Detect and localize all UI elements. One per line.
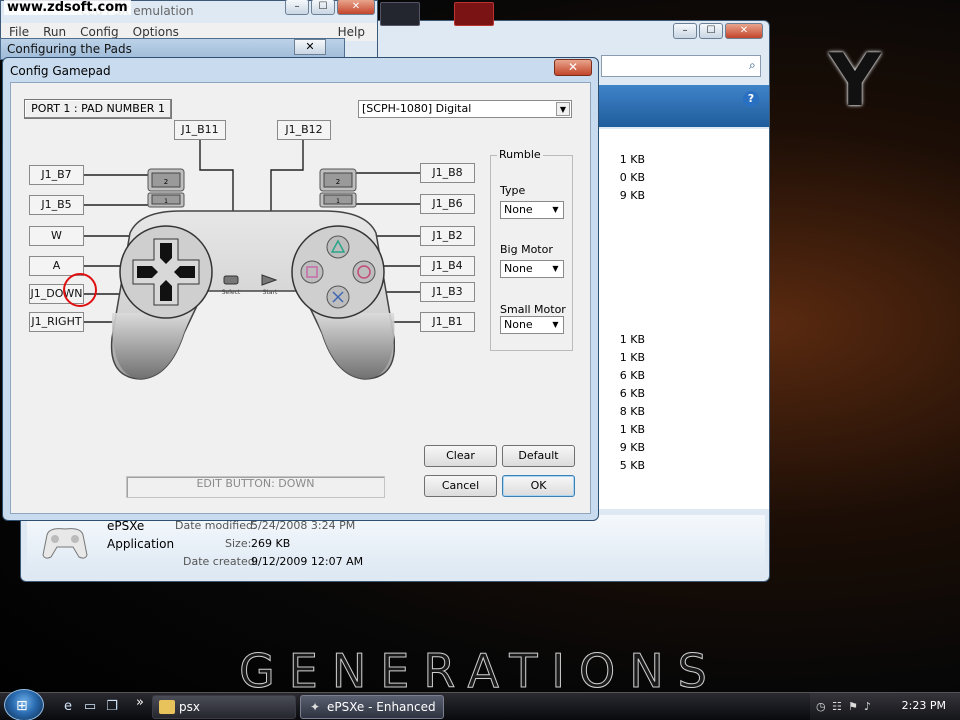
file-size-cell: 1 KB: [619, 351, 645, 364]
file-size-cell: [597, 313, 647, 331]
details-created-value: 9/12/2009 12:07 AM: [251, 555, 364, 568]
show-desktop-icon[interactable]: ▭: [82, 699, 98, 715]
cursor-highlight: [63, 273, 97, 307]
small-motor-select[interactable]: None ▼: [500, 316, 564, 334]
rumble-type-value: None: [504, 203, 533, 216]
close-button[interactable]: ✕: [337, 0, 375, 15]
close-button[interactable]: ✕: [725, 23, 763, 39]
explorer-toolbar: [597, 85, 769, 127]
switch-windows-icon[interactable]: ❐: [104, 699, 120, 715]
ok-button[interactable]: OK: [502, 475, 575, 497]
taskbar-item-label: psx: [179, 700, 200, 714]
details-pane: ePSXe Application Date modified: 5/24/20…: [27, 515, 765, 577]
system-tray: ◷ ☷ ⚑ ♪ 2:23 PM: [810, 693, 960, 720]
select-label: Select: [222, 289, 241, 296]
cancel-button[interactable]: Cancel: [424, 475, 497, 497]
rumble-legend: Rumble: [497, 148, 543, 161]
search-icon[interactable]: ⌕: [749, 58, 756, 73]
explorer-window-controls: – ☐ ✕: [673, 23, 763, 39]
pads-window-title: Configuring the Pads: [7, 42, 132, 56]
taskbar-item-epsxe[interactable]: ✦ ePSXe - Enhanced ...: [300, 695, 444, 719]
file-size-cell: 6 KB: [619, 387, 645, 400]
file-size-cell: [597, 223, 647, 241]
file-size-cell: [597, 205, 647, 223]
file-size-cell: 9 KB: [619, 189, 645, 202]
ie-icon[interactable]: e: [60, 699, 76, 715]
folder-icon: [159, 700, 175, 714]
big-motor-value: None: [504, 262, 533, 275]
chevron-down-icon: ▼: [552, 264, 559, 273]
search-input[interactable]: [601, 55, 761, 77]
gamepad-icon: [42, 528, 88, 559]
watermark: www.zdsoft.com: [4, 0, 131, 15]
r1-label: 1: [336, 198, 340, 205]
file-size-column: 1 KB 0 KB 9 KB 1 KB 1 KB 6 KB 6 KB 8 KB 1 KB 9 KB…: [597, 151, 647, 475]
file-size-cell: 9 KB: [619, 441, 645, 454]
start-label: Start: [263, 289, 278, 296]
chevron-down-icon: ▼: [552, 320, 559, 329]
file-size-cell: [597, 295, 647, 313]
gamepad-icon: ✦: [309, 700, 321, 714]
dialog-title: Config Gamepad: [10, 64, 111, 78]
rumble-group: Rumble Type None ▼ Big Motor None ▼ Smal…: [490, 148, 573, 351]
file-size-cell: 8 KB: [619, 405, 645, 418]
emulator-icon-2[interactable]: [454, 2, 494, 26]
tray-icon[interactable]: ◷: [816, 700, 826, 713]
details-size-label: Size:: [225, 537, 252, 550]
details-type: Application: [107, 537, 175, 551]
windows-logo-icon: ⊞: [16, 698, 28, 714]
maximize-button[interactable]: ☐: [699, 23, 723, 39]
wallpaper-title: GENERATIONS: [239, 644, 721, 698]
edit-status: EDIT BUTTON: DOWN: [126, 476, 385, 498]
chevron-down-icon: ▼: [552, 205, 559, 214]
file-size-cell: 1 KB: [619, 423, 645, 436]
details-created-label: Date created:: [183, 555, 259, 568]
close-button[interactable]: ✕: [554, 59, 592, 76]
minimize-button[interactable]: –: [285, 0, 309, 15]
default-button[interactable]: Default: [502, 445, 575, 467]
start-button[interactable]: ⊞: [4, 689, 44, 720]
big-motor-label: Big Motor: [500, 243, 553, 256]
tray-icon[interactable]: ⚑: [848, 700, 858, 713]
taskbar-item-psx[interactable]: psx: [152, 695, 296, 719]
clock[interactable]: 2:23 PM: [902, 699, 946, 712]
file-size-cell: [597, 277, 647, 295]
emulator-icons: [380, 0, 500, 30]
details-size-value: 269 KB: [251, 537, 291, 550]
file-size-cell: 6 KB: [619, 369, 645, 382]
help-icon[interactable]: ?: [743, 91, 759, 107]
small-motor-value: None: [504, 318, 533, 331]
rumble-type-label: Type: [500, 184, 526, 197]
file-size-cell: 5 KB: [619, 459, 645, 472]
taskbar: ⊞ e ▭ ❐ » psx ✦ ePSXe - Enhanced ... ◷ ☷…: [0, 689, 960, 720]
clear-button[interactable]: Clear: [424, 445, 497, 467]
big-motor-select[interactable]: None ▼: [500, 260, 564, 278]
file-size-cell: [597, 241, 647, 259]
volume-icon[interactable]: ♪: [864, 700, 871, 713]
file-size-cell: 1 KB: [619, 333, 645, 346]
taskbar-item-label: ePSXe - Enhanced ...: [327, 700, 436, 714]
dialog-client: PORT 1 : PAD NUMBER 1 [SCPH-1080] Digita…: [10, 82, 591, 514]
epsxe-window-controls: – ☐ ✕: [285, 0, 375, 15]
file-size-cell: 1 KB: [619, 153, 645, 166]
wallpaper-logo: Y: [828, 38, 882, 122]
file-size-cell: 0 KB: [619, 171, 645, 184]
l2-label: 2: [164, 178, 168, 186]
file-size-cell: [597, 259, 647, 277]
small-motor-label: Small Motor: [500, 303, 566, 316]
emulator-icon-1[interactable]: [380, 2, 420, 26]
config-gamepad-dialog: Config Gamepad ✕ PORT 1 : PAD NUMBER 1 […: [2, 57, 599, 521]
select-button: [223, 275, 239, 285]
l1-label: 1: [164, 198, 168, 205]
maximize-button[interactable]: ☐: [311, 0, 335, 15]
gamepad-diagram: 2 1 2 1 Select Start: [110, 168, 395, 380]
rumble-type-select[interactable]: None ▼: [500, 201, 564, 219]
details-name: ePSXe: [107, 519, 145, 533]
tray-icon[interactable]: ☷: [832, 700, 842, 713]
minimize-button[interactable]: –: [673, 23, 697, 39]
r2-label: 2: [336, 178, 340, 186]
close-button[interactable]: ✕: [294, 39, 326, 55]
quicklaunch-chevron-icon[interactable]: »: [132, 695, 148, 711]
